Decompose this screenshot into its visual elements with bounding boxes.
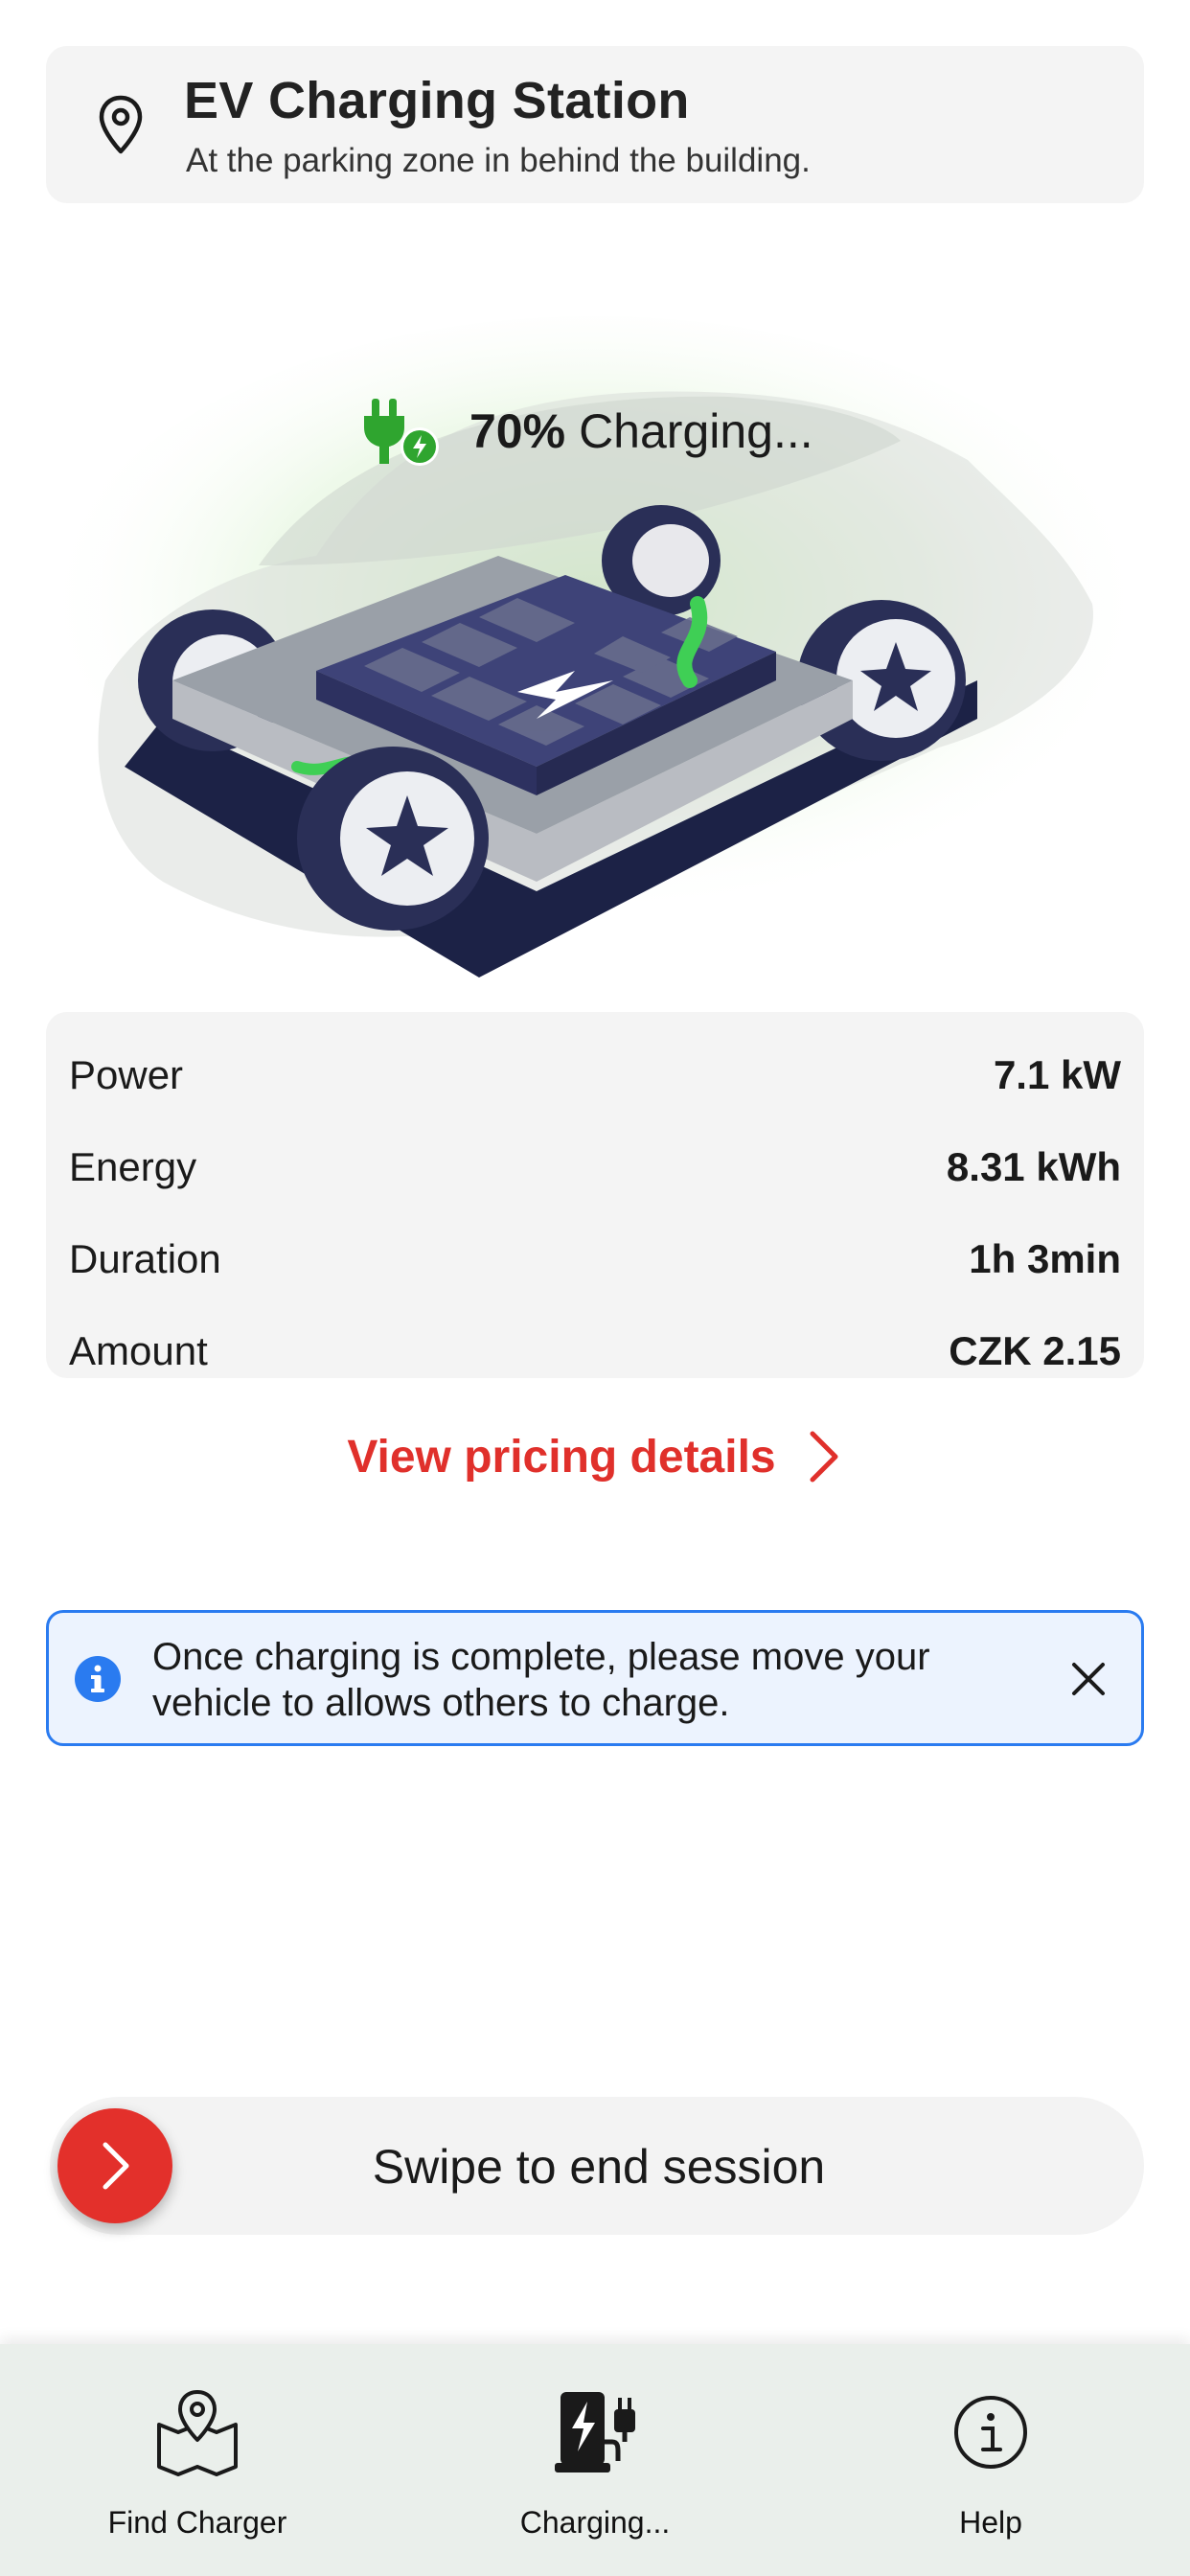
- stat-value: 8.31 kWh: [946, 1144, 1121, 1189]
- stat-row-duration: Duration 1h 3min: [69, 1213, 1121, 1305]
- stat-label: Amount: [69, 1328, 208, 1373]
- stat-value: 1h 3min: [969, 1236, 1121, 1281]
- info-icon: [954, 2396, 1027, 2469]
- station-header-card: EV Charging Station At the parking zone …: [46, 46, 1144, 203]
- bottom-tab-bar: Find Charger Charging... Help: [0, 2344, 1190, 2576]
- stat-row-amount: Amount CZK 2.15: [69, 1305, 1121, 1397]
- swipe-to-end-slider[interactable]: Swipe to end session: [50, 2097, 1144, 2235]
- tab-label: Charging...: [519, 2505, 671, 2540]
- session-stats-card: Power 7.1 kW Energy 8.31 kWh Duration 1h…: [46, 1012, 1144, 1378]
- view-pricing-details-link[interactable]: View pricing details: [0, 1409, 1190, 1505]
- stat-row-energy: Energy 8.31 kWh: [69, 1121, 1121, 1213]
- close-icon[interactable]: [1066, 1657, 1110, 1701]
- charge-status: 70% Charging...: [360, 393, 813, 470]
- charging-plug-icon: [364, 399, 439, 466]
- stat-value: 7.1 kW: [993, 1052, 1121, 1097]
- station-title: EV Charging Station: [184, 72, 690, 129]
- pricing-link-label: View pricing details: [347, 1431, 776, 1483]
- charge-percent: 70%: [469, 404, 566, 458]
- map-pin-icon: [157, 2390, 238, 2476]
- charging-station-icon: [555, 2392, 635, 2472]
- stat-value: CZK 2.15: [949, 1328, 1121, 1373]
- tab-label: Help: [959, 2505, 1022, 2540]
- charge-status-label: Charging...: [579, 404, 813, 458]
- location-pin-icon: [99, 95, 143, 154]
- tab-charging[interactable]: Charging...: [451, 2344, 739, 2576]
- info-icon: [75, 1656, 121, 1702]
- swipe-label: Swipe to end session: [372, 2140, 826, 2194]
- tab-help[interactable]: Help: [847, 2344, 1134, 2576]
- info-banner-message: Once charging is complete, please move y…: [152, 1636, 930, 1724]
- tab-label: Find Charger: [107, 2505, 287, 2540]
- info-banner: Once charging is complete, please move y…: [46, 1610, 1144, 1746]
- stat-label: Power: [69, 1052, 184, 1097]
- tab-find-charger[interactable]: Find Charger: [54, 2344, 341, 2576]
- stat-label: Duration: [69, 1236, 221, 1281]
- station-subtitle: At the parking zone in behind the buildi…: [186, 142, 811, 179]
- stat-row-power: Power 7.1 kW: [69, 1029, 1121, 1121]
- ev-illustration: 70% Charging...: [0, 316, 1190, 1006]
- chevron-right-icon: [810, 1431, 838, 1483]
- stat-label: Energy: [69, 1144, 197, 1189]
